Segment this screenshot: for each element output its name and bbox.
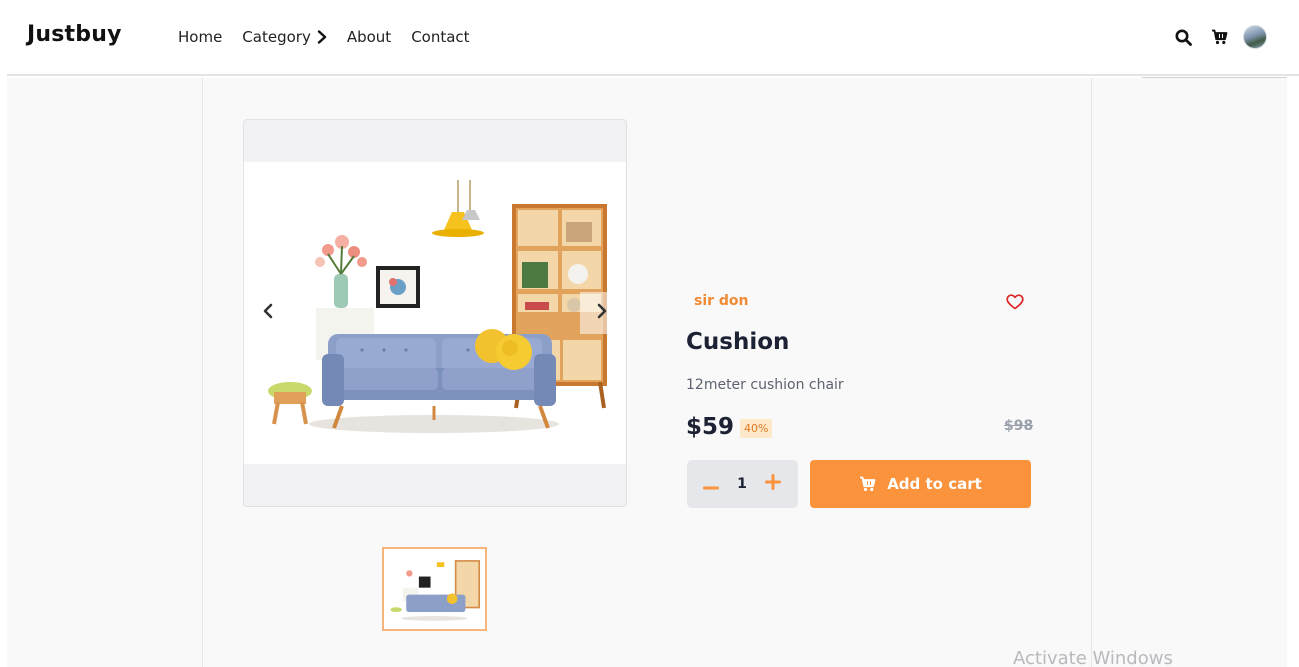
minus-icon [703, 475, 719, 494]
heart-icon[interactable] [1004, 291, 1026, 313]
plus-icon [765, 474, 781, 494]
original-price: $98 [1004, 418, 1034, 434]
decrease-quantity-button[interactable] [696, 469, 726, 499]
product-price: $59 [686, 414, 735, 440]
quantity-stepper: 1 [687, 460, 798, 508]
nav-contact[interactable]: Contact [411, 28, 469, 46]
avatar[interactable] [1243, 25, 1267, 49]
discount-badge: 40% [740, 419, 773, 438]
add-to-cart-label: Add to cart [887, 475, 982, 493]
main-nav: Home Category About Contact [178, 28, 490, 46]
nav-category-label: Category [242, 28, 311, 46]
product-description: 12meter cushion chair [686, 377, 844, 393]
nav-category[interactable]: Category [242, 28, 327, 46]
next-image-button[interactable] [580, 292, 624, 334]
product-gallery [243, 119, 627, 507]
header-actions [1159, 25, 1267, 49]
product-title: Cushion [686, 329, 790, 355]
cart-icon[interactable] [1207, 25, 1231, 49]
cart-icon [859, 476, 876, 492]
add-to-cart-button[interactable]: Add to cart [810, 460, 1031, 508]
product-image [244, 162, 626, 464]
os-activation-watermark: Activate Windows [1013, 648, 1173, 667]
chevron-right-icon [596, 303, 608, 323]
prev-image-button[interactable] [246, 292, 290, 334]
increase-quantity-button[interactable] [758, 469, 788, 499]
chevron-left-icon [262, 303, 274, 323]
chevron-right-icon [317, 30, 327, 44]
quantity-value: 1 [737, 476, 747, 492]
nav-about[interactable]: About [347, 28, 391, 46]
top-navbar: Justbuy Home Category About Contact [7, 0, 1299, 76]
search-icon[interactable] [1171, 25, 1195, 49]
product-thumbnail[interactable] [382, 547, 487, 631]
nav-home[interactable]: Home [178, 28, 222, 46]
seller-name[interactable]: sir don [694, 293, 749, 309]
brand-logo[interactable]: Justbuy [27, 22, 122, 47]
